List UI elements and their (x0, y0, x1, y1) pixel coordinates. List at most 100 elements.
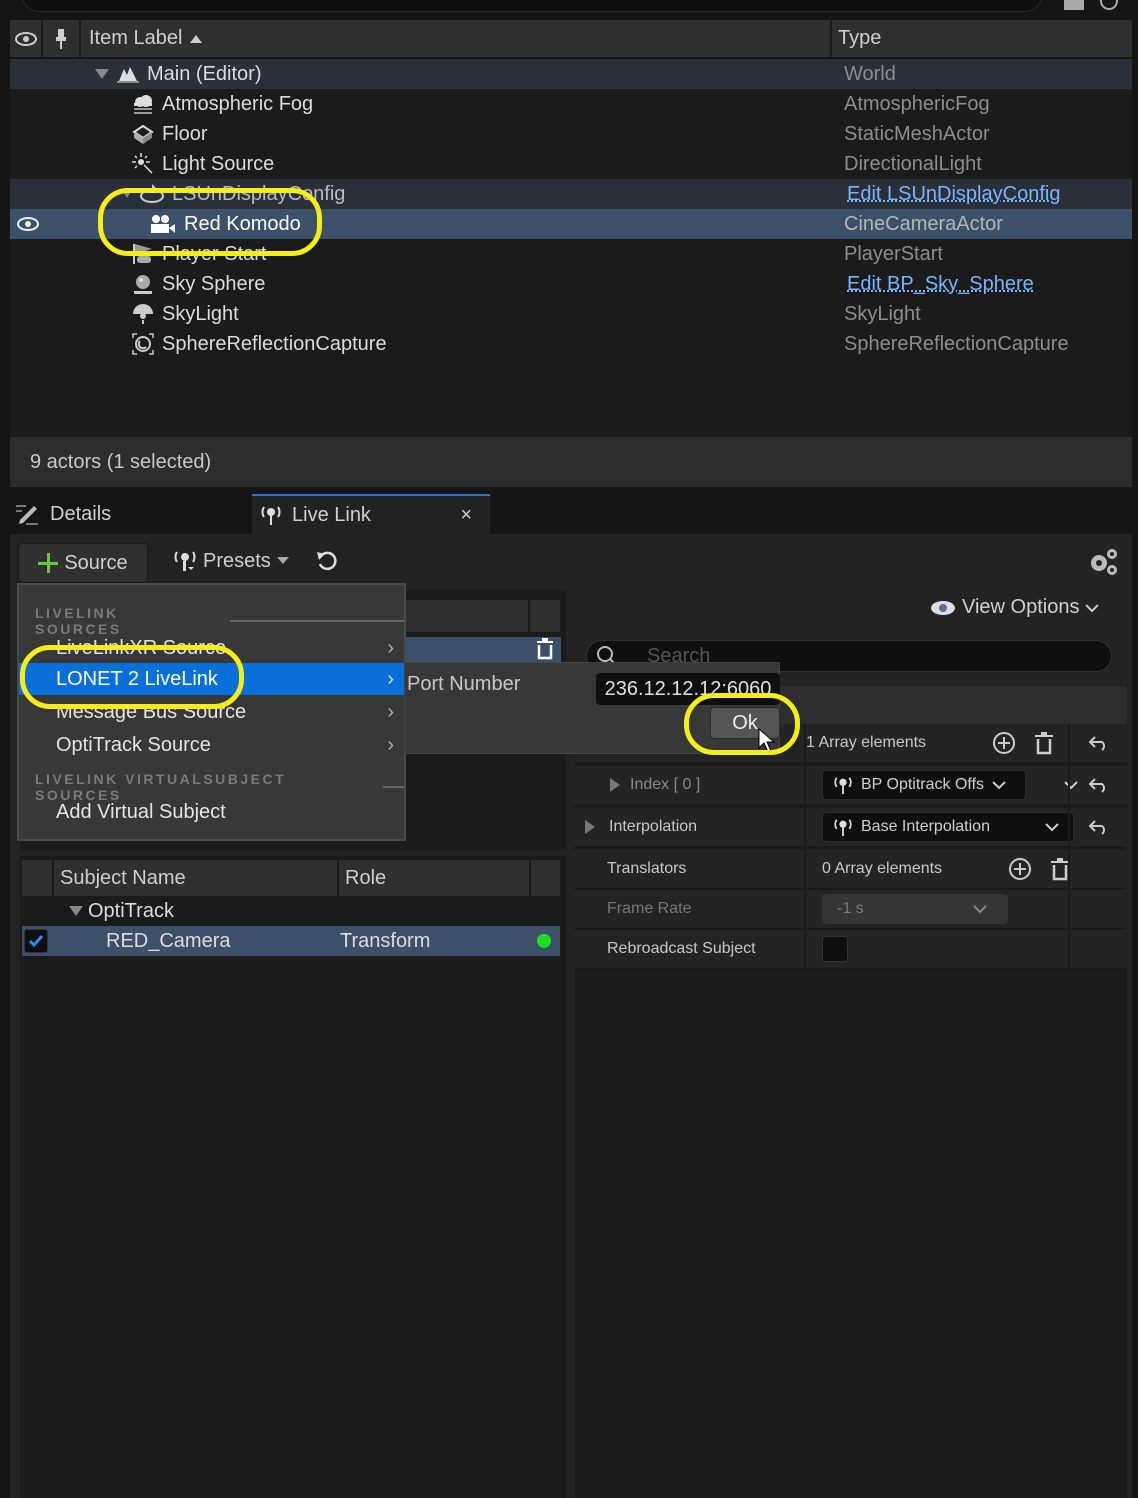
outliner-header: Item Label Type (10, 20, 1132, 57)
row-label: Light Source (162, 152, 275, 175)
interpolation-combo[interactable]: Base Interpolation (822, 812, 1074, 842)
port-number-input[interactable]: 236.12.12.12:6060 (596, 673, 780, 705)
refresh-icon[interactable] (316, 550, 338, 572)
pane-splitter[interactable] (20, 850, 566, 856)
subject-name-column[interactable]: Subject Name (54, 860, 339, 896)
collapse-arrow-icon[interactable] (95, 69, 109, 79)
reflection-capture-icon (132, 333, 154, 355)
status-column (531, 860, 560, 896)
row-type: SphereReflectionCapture (844, 332, 1069, 355)
type-column[interactable]: Type (832, 20, 1132, 57)
pin-column[interactable] (43, 20, 81, 57)
outliner-row[interactable]: Atmospheric Fog AtmosphericFog (10, 89, 1132, 119)
row-label: SkyLight (162, 302, 239, 325)
settings-icon[interactable] (1100, 0, 1118, 10)
property-row: Index [ 0 ] BP Optitrack Offs (575, 766, 1127, 806)
rebroadcast-checkbox[interactable] (822, 936, 848, 962)
item-label-column[interactable]: Item Label (81, 20, 832, 57)
menu-item-lonet2-livelink[interactable]: LONET 2 LiveLink › (19, 663, 406, 695)
property-row: Frame Rate -1 s (575, 890, 1127, 930)
row-type: DirectionalLight (844, 152, 982, 175)
sort-ascending-icon (190, 34, 203, 43)
edit-lsundisplayconfig-link[interactable]: Edit LSUnDisplayConfig (847, 183, 1060, 206)
outliner-row[interactable]: Main (Editor) World (10, 59, 1132, 89)
translator-combo[interactable]: BP Optitrack Offs (822, 770, 1026, 800)
tab-details[interactable]: Details (16, 494, 111, 534)
source-label: Source (64, 551, 128, 574)
visibility-column[interactable] (10, 20, 43, 57)
reset-icon[interactable] (1088, 777, 1109, 793)
add-source-button[interactable]: Source (18, 543, 148, 583)
expand-arrow-icon[interactable] (610, 778, 620, 792)
role-column[interactable]: Role (339, 860, 531, 896)
add-element-icon[interactable] (992, 731, 1016, 755)
reset-icon[interactable] (1088, 819, 1109, 835)
subject-row[interactable]: RED_Camera Transform (22, 926, 560, 956)
chevron-down-icon (973, 905, 987, 914)
property-name: Translators (607, 860, 687, 877)
property-name: Frame Rate (607, 900, 692, 917)
add-element-icon[interactable] (1008, 857, 1032, 881)
outliner-row[interactable]: LSUnDisplayConfig Edit LSUnDisplayConfig (10, 179, 1132, 209)
type-header: Type (838, 27, 882, 49)
menu-item-label: LONET 2 LiveLink (56, 667, 218, 690)
outliner-row[interactable]: Floor StaticMeshActor (10, 119, 1132, 149)
menu-item-add-virtual-subject[interactable]: Add Virtual Subject (19, 796, 406, 828)
edit-bp-sky-sphere-link[interactable]: Edit BP_Sky_Sphere (847, 273, 1034, 296)
row-type: AtmosphericFog (844, 92, 990, 115)
outliner-row[interactable]: Player Start PlayerStart (10, 239, 1132, 269)
row-type: PlayerStart (844, 242, 943, 265)
outliner-row[interactable]: Sky Sphere Edit BP_Sky_Sphere (10, 269, 1132, 299)
presets-label: Presets (203, 549, 271, 572)
close-tab-icon[interactable]: × (460, 504, 472, 527)
subjects-header: Subject Name Role (22, 860, 560, 896)
outliner-search-input[interactable] (22, 0, 1042, 12)
live-link-icon (834, 819, 852, 837)
trash-icon[interactable] (1050, 857, 1070, 881)
trash-icon[interactable] (535, 638, 555, 660)
row-label: Sky Sphere (162, 272, 266, 295)
chevron-right-icon: › (387, 636, 394, 659)
outliner-row-selected[interactable]: Red Komodo CineCameraActor (10, 209, 1132, 239)
menu-item-livelinkxr-source[interactable]: LiveLinkXR Source › (19, 632, 406, 664)
actor-count: 9 actors (1 selected) (30, 450, 212, 473)
chevron-down-icon (1085, 603, 1100, 612)
subject-group-label: OptiTrack (88, 899, 174, 922)
outliner-row[interactable]: SphereReflectionCapture SphereReflection… (10, 329, 1132, 359)
trash-icon[interactable] (1034, 731, 1054, 755)
subject-enabled-checkbox[interactable] (24, 929, 48, 953)
chevron-down-icon (992, 781, 1006, 790)
settings-gears-icon[interactable] (1087, 547, 1119, 577)
reset-icon[interactable] (1088, 735, 1109, 751)
outliner-row[interactable]: Light Source DirectionalLight (10, 149, 1132, 179)
chevron-right-icon: › (387, 700, 394, 723)
tab-live-link[interactable]: Live Link × (252, 494, 490, 534)
subject-status-indicator (537, 934, 551, 948)
collapse-arrow-icon[interactable] (122, 190, 132, 198)
row-label: SphereReflectionCapture (162, 332, 387, 355)
presets-button[interactable]: Presets (173, 549, 289, 573)
outliner-status: 9 actors (1 selected) (10, 437, 1132, 487)
row-type: CineCameraActor (844, 212, 1003, 235)
row-label: Atmospheric Fog (162, 92, 314, 115)
static-mesh-icon (132, 124, 154, 144)
outliner-row[interactable]: SkyLight SkyLight (10, 299, 1132, 329)
skylight-icon (133, 304, 153, 324)
collapse-arrow-icon[interactable] (69, 906, 83, 916)
row-label: Floor (162, 122, 208, 145)
row-type: SkyLight (844, 302, 921, 325)
view-options-button[interactable]: View Options (930, 596, 1100, 619)
filter-icon[interactable] (1064, 0, 1084, 10)
visibility-eye-icon[interactable] (17, 217, 39, 231)
menu-item-message-bus-source[interactable]: Message Bus Source › (19, 696, 406, 728)
array-count: 0 Array elements (822, 860, 943, 877)
source-row-selected[interactable] (406, 637, 561, 663)
role-header: Role (345, 866, 387, 889)
property-row: Rebroadcast Subject (575, 930, 1127, 970)
sources-header-cell (406, 600, 528, 632)
directional-light-icon (132, 153, 153, 174)
subject-group[interactable]: OptiTrack (22, 896, 560, 926)
expand-arrow-icon[interactable] (585, 820, 595, 834)
panel-tabs: Details Live Link × (0, 490, 1138, 534)
menu-item-optitrack-source[interactable]: OptiTrack Source › (19, 729, 406, 761)
